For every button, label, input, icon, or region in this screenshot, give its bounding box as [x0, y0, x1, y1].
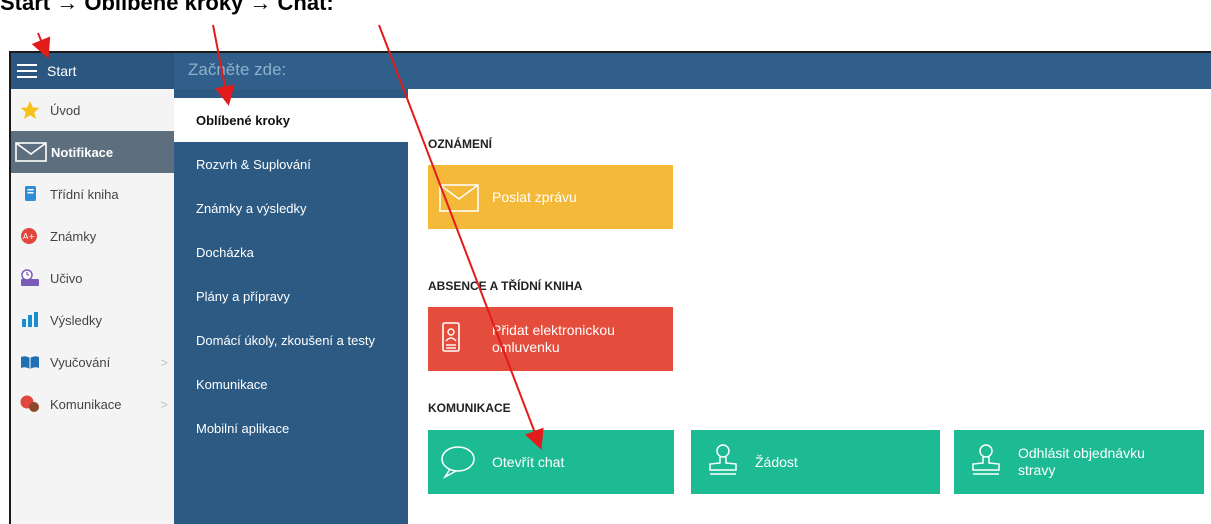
tile-label: Přidat elektronickou omluvenku	[492, 322, 615, 355]
sub-navigation: Oblíbené kroky Rozvrh & Suplování Známky…	[174, 89, 408, 524]
sidebar-item-label: Vyučování	[50, 354, 111, 370]
chevron-right-icon: >	[160, 396, 168, 412]
subnav-item-mobilni-aplikace[interactable]: Mobilní aplikace	[174, 406, 408, 450]
sidebar-item-vysledky[interactable]: Výsledky	[11, 299, 174, 341]
svg-text:A+: A+	[23, 232, 35, 241]
start-here-heading: Začněte zde:	[188, 60, 287, 79]
sidebar-item-notifikace[interactable]: Notifikace	[11, 131, 174, 173]
speech-bubble-icon	[438, 440, 482, 484]
sidebar-item-label: Úvod	[50, 102, 81, 118]
chat-bubbles-icon	[19, 394, 41, 414]
sidebar-item-tridni-kniha[interactable]: Třídní kniha	[11, 173, 174, 215]
main-content: OZNÁMENÍ Poslat zprávu ABSENCE A TŘÍDNÍ …	[408, 89, 1211, 524]
section-title-absence: ABSENCE A TŘÍDNÍ KNIHA	[428, 279, 583, 293]
stamp-icon	[964, 440, 1008, 484]
sidebar-item-znamky[interactable]: A+ Známky	[11, 215, 174, 257]
sidebar-item-label: Notifikace	[51, 144, 114, 160]
subnav-item-komunikace[interactable]: Komunikace	[174, 362, 408, 406]
subnav-item-domaci-ukoly[interactable]: Domácí úkoly, zkoušení a testy	[174, 318, 408, 362]
sidebar-item-label: Výsledky	[50, 312, 103, 328]
sidebar-item-label: Učivo	[50, 270, 83, 286]
start-menu-button[interactable]: Start	[11, 53, 174, 89]
star-icon	[19, 100, 41, 120]
app-window: Start Začněte zde: Úvod Notifikace Třídn…	[9, 51, 1211, 524]
start-label: Start	[47, 63, 77, 79]
sidebar-item-vyucovani[interactable]: Vyučování >	[11, 341, 174, 383]
tile-otevrit-chat[interactable]: Otevřít chat	[428, 430, 674, 494]
tile-odhlasit-stravu[interactable]: Odhlásit objednávku stravy	[954, 430, 1204, 494]
curriculum-icon	[19, 268, 41, 288]
class-book-icon	[19, 184, 41, 204]
tile-label: Poslat zprávu	[492, 188, 577, 205]
sidebar-item-label: Třídní kniha	[50, 186, 119, 202]
section-title-komunikace: KOMUNIKACE	[428, 401, 511, 415]
subnav-item-znamky[interactable]: Známky a výsledky	[174, 186, 408, 230]
section-title-oznameni: OZNÁMENÍ	[428, 137, 492, 151]
sidebar-item-label: Známky	[50, 228, 97, 244]
chevron-right-icon: >	[160, 354, 168, 370]
open-book-icon	[19, 352, 41, 372]
stamp-icon	[701, 440, 745, 484]
hamburger-icon[interactable]	[17, 64, 37, 78]
subnav-item-plany[interactable]: Plány a přípravy	[174, 274, 408, 318]
tile-omluvenka[interactable]: Přidat elektronickou omluvenku	[428, 307, 673, 371]
envelope-icon	[438, 175, 482, 219]
bar-chart-icon	[19, 310, 41, 330]
tile-label: Otevřít chat	[492, 453, 565, 470]
envelope-icon	[15, 142, 47, 162]
sidebar-item-label: Komunikace	[50, 396, 122, 412]
grades-icon: A+	[19, 226, 41, 246]
sidebar-item-uvod[interactable]: Úvod	[11, 89, 174, 131]
sidebar-item-komunikace[interactable]: Komunikace >	[11, 383, 174, 425]
tile-zadost[interactable]: Žádost	[691, 430, 940, 494]
main-sidebar: Úvod Notifikace Třídní kniha A+ Známky U…	[11, 89, 175, 524]
sidebar-item-ucivo[interactable]: Učivo	[11, 257, 174, 299]
subnav-item-dochazka[interactable]: Docházka	[174, 230, 408, 274]
subnav-item-oblibene-kroky[interactable]: Oblíbené kroky	[174, 98, 408, 142]
tile-poslat-zpravu[interactable]: Poslat zprávu	[428, 165, 673, 229]
tile-label: Odhlásit objednávku stravy	[1018, 445, 1145, 478]
instruction-caption: Start → Oblíbené kroky → Chat:	[0, 0, 334, 15]
subnav-item-rozvrh[interactable]: Rozvrh & Suplování	[174, 142, 408, 186]
id-badge-icon	[438, 317, 482, 361]
top-bar: Start Začněte zde:	[11, 53, 1211, 89]
tile-label: Žádost	[755, 453, 798, 470]
